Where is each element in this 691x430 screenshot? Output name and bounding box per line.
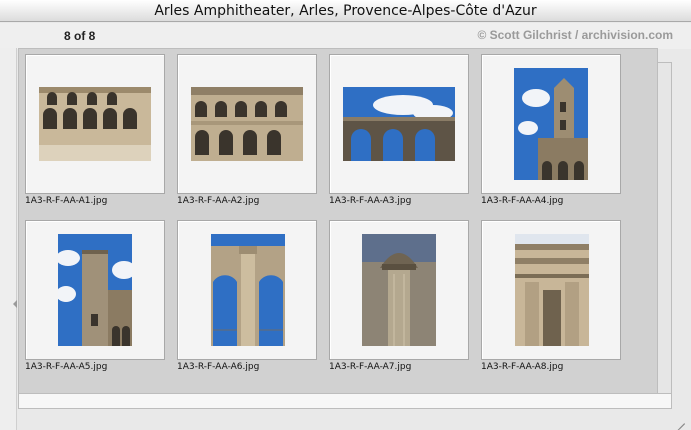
viewer-toolbar: 8 of 8 © Scott Gilchrist / archivision.c… [0, 23, 691, 49]
thumbnail-2-filename: 1A3-R-F-AA-A2.jpg [177, 196, 260, 206]
thumbnail-3-filename: 1A3-R-F-AA-A3.jpg [329, 196, 412, 206]
image-count: 8 of 8 [64, 29, 96, 43]
thumbnail-6[interactable] [177, 220, 317, 360]
collapse-arrow-icon[interactable] [13, 300, 17, 308]
horizontal-scrollbar[interactable] [18, 394, 672, 409]
thumbnail-7[interactable] [329, 220, 469, 360]
window-title-bar[interactable]: Arles Amphitheater, Arles, Provence-Alpe… [0, 0, 691, 22]
window-title: Arles Amphitheater, Arles, Provence-Alpe… [154, 3, 537, 19]
thumbnail-7-filename: 1A3-R-F-AA-A7.jpg [329, 362, 412, 372]
thumbnail-3[interactable] [329, 54, 469, 194]
thumbnail-8[interactable] [481, 220, 621, 360]
copyright-credit: © Scott Gilchrist / archivision.com [477, 28, 673, 42]
thumbnail-4-filename: 1A3-R-F-AA-A4.jpg [481, 196, 564, 206]
thumbnail-6-filename: 1A3-R-F-AA-A6.jpg [177, 362, 260, 372]
thumbnail-8-filename: 1A3-R-F-AA-A8.jpg [481, 362, 564, 372]
vertical-scrollbar[interactable] [658, 62, 672, 394]
left-panel-edge[interactable] [0, 48, 17, 430]
thumbnail-1[interactable] [25, 54, 165, 194]
photo-2 [191, 87, 303, 161]
thumbnail-4[interactable] [481, 54, 621, 194]
photo-1 [39, 87, 151, 161]
thumbnail-1-filename: 1A3-R-F-AA-A1.jpg [25, 196, 108, 206]
resize-grip-icon[interactable] [673, 412, 687, 426]
photo-8 [515, 234, 589, 346]
photo-6 [211, 234, 285, 346]
photo-4 [514, 68, 588, 180]
photo-5 [58, 234, 132, 346]
thumbnail-2[interactable] [177, 54, 317, 194]
thumbnail-5-filename: 1A3-R-F-AA-A5.jpg [25, 362, 108, 372]
thumbnail-5[interactable] [25, 220, 165, 360]
photo-3 [343, 87, 455, 161]
photo-7 [362, 234, 436, 346]
